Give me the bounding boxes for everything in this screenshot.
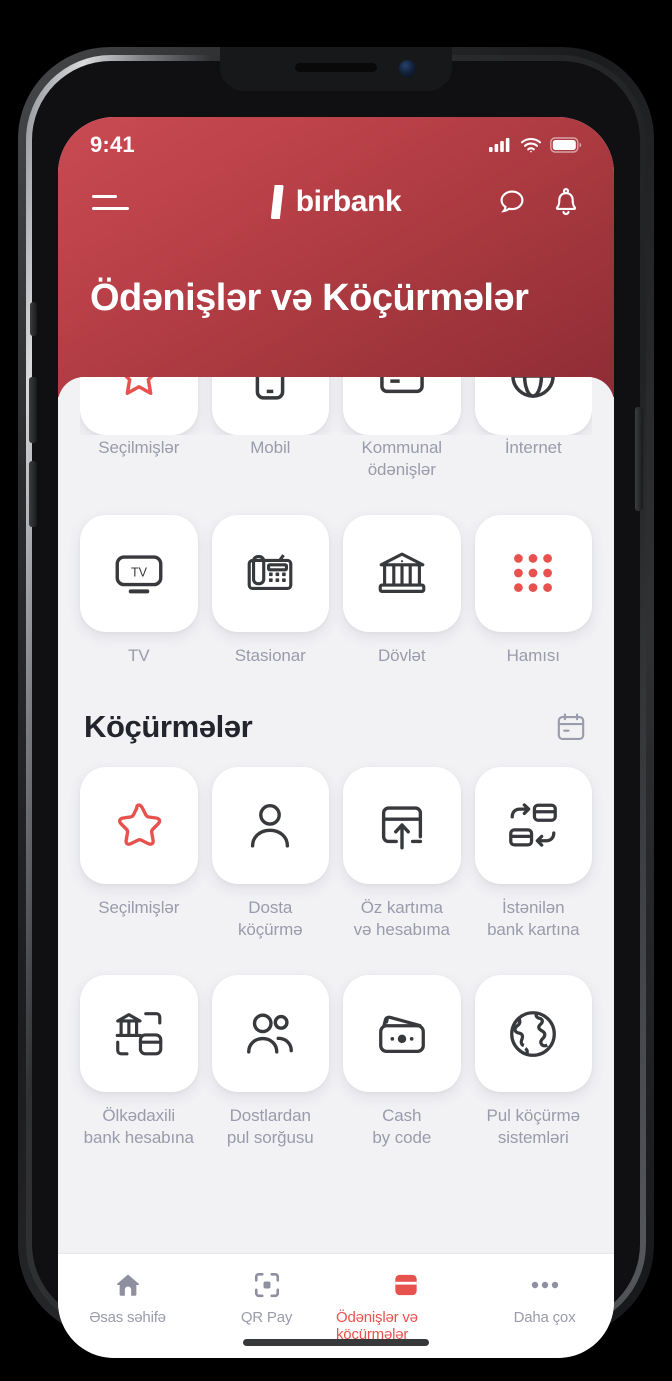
- credit-card-icon: [390, 1270, 422, 1300]
- payment-tile-kommunal[interactable]: [343, 377, 461, 435]
- transfer-tile-oz-kartima[interactable]: Öz kartıma və hesabıma: [343, 766, 461, 941]
- status-bar: 9:41: [58, 117, 614, 167]
- status-time: 9:41: [90, 132, 135, 157]
- utilities-icon: [343, 377, 461, 435]
- transfer-tile-dosta-kocurme[interactable]: Dosta köçürmə: [211, 766, 329, 941]
- tile-caption: TV: [127, 646, 150, 665]
- tile-caption: İstənilən bank kartına: [487, 898, 580, 939]
- volume-up-button[interactable]: [29, 377, 37, 443]
- cellular-signal-icon: [489, 137, 512, 153]
- qr-scan-icon: [252, 1270, 282, 1300]
- transfer-tile-olkedaxili[interactable]: Ölkədaxili bank hesabına: [80, 974, 198, 1149]
- silent-switch[interactable]: [30, 302, 37, 336]
- phone-notch: [220, 47, 452, 91]
- transfers-row-one: Seçilmişlər Dosta köçürmə Öz kartıma və …: [80, 766, 592, 941]
- two-people-icon: [211, 974, 329, 1093]
- section-title: Köçürmələr: [84, 708, 253, 744]
- payment-tile-dovlet[interactable]: Dövlət: [343, 514, 461, 667]
- tab-label: Ödənişlər və köçürmələr: [336, 1309, 418, 1343]
- tab-odenisler-ve-kocurmeler[interactable]: Ödənişlər və köçürmələr: [336, 1270, 475, 1343]
- tile-caption: Seçilmişlər: [98, 438, 180, 457]
- phone-screen: birbank Ödənişlər və Köçürmələr 9:41 Seç…: [58, 117, 614, 1358]
- payments-row-two: TV TV Stasionar Dövlət Hamısı: [80, 514, 592, 667]
- birbank-mark-icon: [270, 185, 284, 219]
- status-indicators: [489, 137, 582, 153]
- transfer-tile-dostlardan[interactable]: Dostlardan pul sorğusu: [211, 974, 329, 1149]
- tab-qr-pay[interactable]: QR Pay: [197, 1270, 336, 1326]
- star-outline-icon: [80, 766, 198, 885]
- payment-tile-stasionar[interactable]: Stasionar: [211, 514, 329, 667]
- wallet-icon: [343, 974, 461, 1093]
- landline-phone-icon: [211, 514, 329, 632]
- tile-caption: Dövlət: [377, 646, 426, 665]
- chat-bubble-icon[interactable]: [496, 186, 528, 218]
- internet-globe-icon: [474, 377, 592, 435]
- payments-row-partial: [80, 377, 592, 435]
- tv-icon: TV: [80, 514, 198, 632]
- wifi-icon: [520, 137, 542, 153]
- tile-caption: Cash by code: [372, 1106, 432, 1147]
- payment-tile-secilmisler[interactable]: [80, 377, 198, 435]
- tile-caption: Dosta köçürmə: [238, 898, 303, 939]
- payment-tile-hamisi[interactable]: Hamısı: [474, 514, 592, 667]
- battery-icon: [550, 137, 582, 153]
- person-icon: [211, 766, 329, 885]
- tab-label: Daha çox: [513, 1309, 576, 1326]
- card-arrow-up-icon: [343, 766, 461, 885]
- bank-to-card-icon: [80, 974, 198, 1093]
- home-icon: [113, 1270, 143, 1300]
- phone-device-frame: birbank Ödənişlər və Köçürmələr 9:41 Seç…: [18, 47, 654, 1358]
- transfers-section-header: Köçürmələr: [84, 709, 588, 745]
- navbar-actions: [496, 186, 582, 218]
- calendar-icon[interactable]: [554, 710, 588, 744]
- star-icon: [80, 377, 198, 435]
- globe-icon: [474, 974, 592, 1093]
- transfer-tile-cash-by-code[interactable]: Cash by code: [343, 974, 461, 1149]
- tab-daha-cox[interactable]: Daha çox: [475, 1270, 614, 1326]
- payments-row-partial-captions: Seçilmişlər Mobil Kommunal ödənişlər İnt…: [80, 437, 592, 481]
- home-indicator[interactable]: [243, 1339, 429, 1346]
- payment-tile-mobil[interactable]: [211, 377, 329, 435]
- payment-tile-internet[interactable]: [474, 377, 592, 435]
- tile-caption: Stasionar: [234, 646, 306, 665]
- tile-caption: Ölkədaxili bank hesabına: [83, 1106, 194, 1147]
- government-building-icon: [343, 514, 461, 632]
- more-dots-icon: [528, 1270, 562, 1300]
- transfer-tile-secilmisler[interactable]: Seçilmişlər: [80, 766, 198, 941]
- brand-logo: birbank: [270, 185, 402, 219]
- notification-bell-icon[interactable]: [550, 186, 582, 218]
- transfer-tile-pul-kocurme[interactable]: Pul köçürmə sistemləri: [474, 974, 592, 1149]
- tile-caption: Pul köçürmə sistemləri: [486, 1106, 580, 1147]
- volume-down-button[interactable]: [29, 461, 37, 527]
- top-navbar: birbank: [58, 172, 614, 232]
- tab-label: QR Pay: [240, 1309, 293, 1326]
- tile-caption: Hamısı: [506, 646, 560, 665]
- hamburger-menu-icon[interactable]: [90, 189, 131, 216]
- tab-label: Əsas səhifə: [89, 1309, 166, 1326]
- brand-name: birbank: [295, 185, 402, 218]
- earpiece-speaker: [295, 63, 377, 72]
- tile-caption: Kommunal ödənişlər: [361, 438, 443, 479]
- page-title: Ödənişlər və Köçürmələr: [90, 277, 529, 319]
- tab-esas-sehife[interactable]: Əsas səhifə: [58, 1270, 197, 1326]
- card-swap-icon: [474, 766, 592, 885]
- tile-caption: İnternet: [504, 438, 562, 457]
- scroll-content[interactable]: Seçilmişlər Mobil Kommunal ödənişlər İnt…: [58, 377, 614, 1254]
- screenshot-root: birbank Ödənişlər və Köçürmələr 9:41 Seç…: [0, 0, 672, 1381]
- svg-text:TV: TV: [131, 566, 148, 580]
- grid-dots-icon: [474, 514, 592, 632]
- tile-caption: Mobil: [250, 438, 291, 457]
- front-camera: [399, 60, 416, 77]
- tile-caption: Dostlardan pul sorğusu: [226, 1106, 314, 1147]
- mobile-phone-icon: [211, 377, 329, 435]
- tile-caption: Öz kartıma və hesabıma: [353, 898, 450, 939]
- transfers-row-two: Ölkədaxili bank hesabına Dostlardan pul …: [80, 974, 592, 1149]
- tile-caption: Seçilmişlər: [98, 898, 180, 918]
- payment-tile-tv[interactable]: TV TV: [80, 514, 198, 667]
- transfer-tile-istenilen-bank[interactable]: İstənilən bank kartına: [474, 766, 592, 941]
- power-button[interactable]: [635, 407, 643, 511]
